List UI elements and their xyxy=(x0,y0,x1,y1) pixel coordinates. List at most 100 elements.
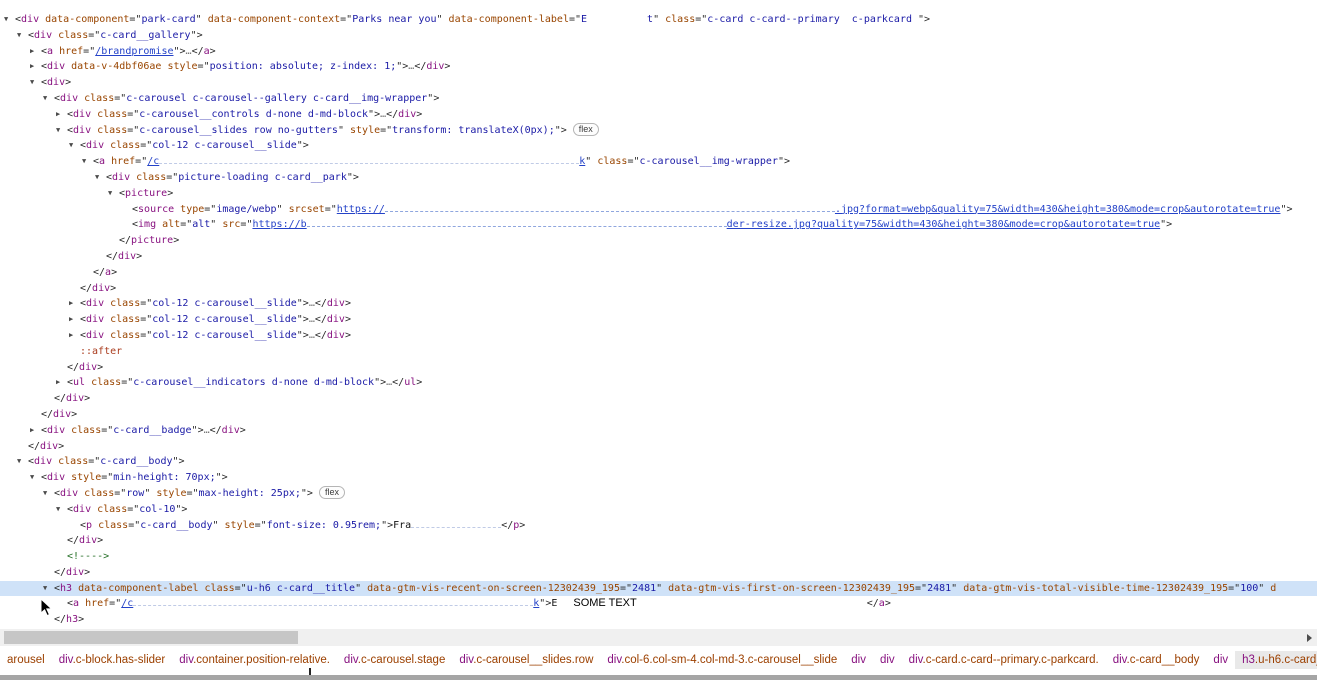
attribute-value: c-carousel__indicators d-none d-md-block xyxy=(133,377,374,388)
expand-arrow-icon[interactable]: ▶ xyxy=(69,312,80,328)
dom-tree-row[interactable]: ▼<div style="min-height: 70px;"> xyxy=(0,470,1317,486)
breadcrumb-item[interactable]: div.c-card.c-card--primary.c-parkcard. xyxy=(902,651,1106,669)
expand-arrow-icon[interactable]: ▶ xyxy=(56,375,67,391)
dom-tree-row[interactable]: ▼<div class="col-10"> xyxy=(0,502,1317,518)
dom-tree-row[interactable]: ▼<div class="c-card__gallery"> xyxy=(0,28,1317,44)
expand-arrow-icon[interactable]: ▶ xyxy=(30,44,41,60)
attribute-link[interactable]: /brandpromise xyxy=(95,46,173,57)
syntax-punctuation: </ xyxy=(67,362,79,373)
dom-tree[interactable]: ▼<div data-component="park-card" data-co… xyxy=(0,0,1317,629)
collapse-arrow-icon[interactable]: ▼ xyxy=(69,138,80,154)
breadcrumb-item[interactable]: div.c-carousel.stage xyxy=(337,651,452,669)
tag-name: source xyxy=(138,204,174,215)
expand-arrow-icon[interactable]: ▶ xyxy=(56,107,67,123)
breadcrumb-item[interactable]: div xyxy=(873,651,902,669)
dom-tree-row[interactable]: ▼<div data-component="park-card" data-co… xyxy=(0,12,1317,28)
attribute-link[interactable]: .jpg?format=webp&quality=75&width=430&he… xyxy=(835,204,1281,215)
dom-tree-row[interactable]: <p class="c-card__body" style="font-size… xyxy=(0,518,1317,534)
dom-tree-row[interactable]: ▼<div class="c-carousel c-carousel--gall… xyxy=(0,91,1317,107)
dom-tree-row[interactable]: </a> xyxy=(0,265,1317,281)
dom-tree-row[interactable]: ::after xyxy=(0,344,1317,360)
breadcrumb-item[interactable]: div.c-card__body xyxy=(1106,651,1207,669)
dom-tree-row[interactable]: </div> xyxy=(0,360,1317,376)
syntax-punctuation: > xyxy=(345,330,351,341)
scrollbar-thumb[interactable] xyxy=(4,631,298,644)
expand-arrow-icon[interactable]: ▶ xyxy=(30,59,41,75)
dom-tree-row[interactable]: ▼<div class="c-carousel__slides row no-g… xyxy=(0,123,1317,139)
attribute-link[interactable]: /c xyxy=(121,598,133,609)
dom-tree-row[interactable]: <img alt="alt" src="https://bder-resize.… xyxy=(0,217,1317,233)
syntax-punctuation: > xyxy=(65,77,71,88)
collapse-arrow-icon[interactable]: ▼ xyxy=(56,123,67,139)
attribute-link[interactable]: https:// xyxy=(337,204,385,215)
collapse-arrow-icon[interactable]: ▼ xyxy=(43,486,54,502)
expand-arrow-icon[interactable]: ▶ xyxy=(69,296,80,312)
flex-badge[interactable]: flex xyxy=(573,123,599,136)
dom-tree-row[interactable]: </div> xyxy=(0,565,1317,581)
collapse-arrow-icon[interactable]: ▼ xyxy=(4,12,15,28)
breadcrumb-item[interactable]: div.c-block.has-slider xyxy=(52,651,173,669)
breadcrumb-item[interactable]: div.container.position-relative. xyxy=(172,651,337,669)
horizontal-scrollbar[interactable] xyxy=(0,629,1317,646)
collapse-arrow-icon[interactable]: ▼ xyxy=(30,470,41,486)
breadcrumb-item[interactable]: div.c-carousel__slides.row xyxy=(452,651,600,669)
attribute-link[interactable]: https://b xyxy=(252,219,306,230)
collapse-arrow-icon[interactable]: ▼ xyxy=(17,28,28,44)
collapse-arrow-icon[interactable]: ▼ xyxy=(108,186,119,202)
dom-tree-row[interactable]: ▶<div class="c-carousel__controls d-none… xyxy=(0,107,1317,123)
attribute-link[interactable]: der-resize.jpg?quality=75&width=430&heig… xyxy=(727,219,1160,230)
dom-tree-row[interactable]: </div> xyxy=(0,533,1317,549)
attribute-value: col-10 xyxy=(139,504,175,515)
dom-tree-row[interactable]: ▼<div class="picture-loading c-card__par… xyxy=(0,170,1317,186)
dom-tree-row[interactable]: ▼<div class="c-card__body"> xyxy=(0,454,1317,470)
syntax-punctuation: =" xyxy=(101,425,113,436)
dom-tree-row[interactable]: </h3> xyxy=(0,612,1317,628)
dom-tree-row[interactable]: ▶<div class="col-12 c-carousel__slide">…… xyxy=(0,328,1317,344)
syntax-punctuation: "> xyxy=(297,140,309,151)
breadcrumb-item-selected[interactable]: h3.u-h6.c-card__title xyxy=(1235,651,1317,669)
dom-tree-row[interactable]: </div> xyxy=(0,407,1317,423)
dom-tree-row[interactable]: ▶<a href="/brandpromise">…</a> xyxy=(0,44,1317,60)
dom-tree-row[interactable]: ▼<div class="col-12 c-carousel__slide"> xyxy=(0,138,1317,154)
collapse-arrow-icon[interactable]: ▼ xyxy=(43,91,54,107)
collapse-arrow-icon[interactable]: ▼ xyxy=(95,170,106,186)
dom-tree-row[interactable]: ▶<div class="col-12 c-carousel__slide">…… xyxy=(0,296,1317,312)
dom-tree-row[interactable]: </div> xyxy=(0,391,1317,407)
dom-tree-row[interactable]: </picture> xyxy=(0,233,1317,249)
dom-tree-row[interactable]: ▼<a href="/ck" class="c-carousel__img-wr… xyxy=(0,154,1317,170)
tag-name: div xyxy=(60,488,78,499)
expand-arrow-icon[interactable]: ▶ xyxy=(69,328,80,344)
attribute-name: class xyxy=(104,314,140,325)
dom-tree-row[interactable]: ▶<ul class="c-carousel__indicators d-non… xyxy=(0,375,1317,391)
dom-tree-row[interactable]: </div> xyxy=(0,249,1317,265)
dom-tree-row[interactable]: </div> xyxy=(0,281,1317,297)
dom-tree-row[interactable]: ▶<div class="col-12 c-carousel__slide">…… xyxy=(0,312,1317,328)
syntax-punctuation: > xyxy=(110,283,116,294)
collapse-arrow-icon[interactable]: ▼ xyxy=(43,581,54,597)
dom-tree-row[interactable]: ▼<div> xyxy=(0,75,1317,91)
dom-tree-row[interactable]: ▼<picture> xyxy=(0,186,1317,202)
attribute-value: col-12 c-carousel__slide xyxy=(152,140,297,151)
dom-tree-row[interactable]: <!----> xyxy=(0,549,1317,565)
attribute-link[interactable]: /c xyxy=(147,156,159,167)
breadcrumb-item[interactable]: div.col-6.col-sm-4.col-md-3.c-carousel__… xyxy=(600,651,844,669)
breadcrumb-item[interactable]: div xyxy=(844,651,873,669)
collapse-arrow-icon[interactable]: ▼ xyxy=(30,75,41,91)
collapse-arrow-icon[interactable]: ▼ xyxy=(56,502,67,518)
dom-tree-row[interactable]: ▼<div class="row" style="max-height: 25p… xyxy=(0,486,1317,502)
dom-tree-row[interactable]: </div> xyxy=(0,439,1317,455)
dom-tree-row[interactable]: <a href="/ck">ESOME TEXT</a> xyxy=(0,596,1317,612)
breadcrumb-item[interactable]: arousel xyxy=(0,651,52,669)
flex-badge[interactable]: flex xyxy=(319,486,345,499)
breadcrumb-item[interactable]: div xyxy=(1206,651,1235,669)
attribute-name: class xyxy=(591,156,627,167)
expand-arrow-icon[interactable]: ▶ xyxy=(30,423,41,439)
syntax-punctuation: =" xyxy=(380,125,392,136)
scrollbar-right-arrow-icon[interactable] xyxy=(1307,634,1312,642)
dom-tree-row-selected[interactable]: ▼<h3 data-component-label class="u-h6 c-… xyxy=(0,581,1317,597)
dom-tree-row[interactable]: <source type="image/webp" srcset="https:… xyxy=(0,202,1317,218)
dom-tree-row[interactable]: ▶<div data-v-4dbf06ae style="position: a… xyxy=(0,59,1317,75)
collapse-arrow-icon[interactable]: ▼ xyxy=(82,154,93,170)
dom-tree-row[interactable]: ▶<div class="c-card__badge">…</div> xyxy=(0,423,1317,439)
collapse-arrow-icon[interactable]: ▼ xyxy=(17,454,28,470)
